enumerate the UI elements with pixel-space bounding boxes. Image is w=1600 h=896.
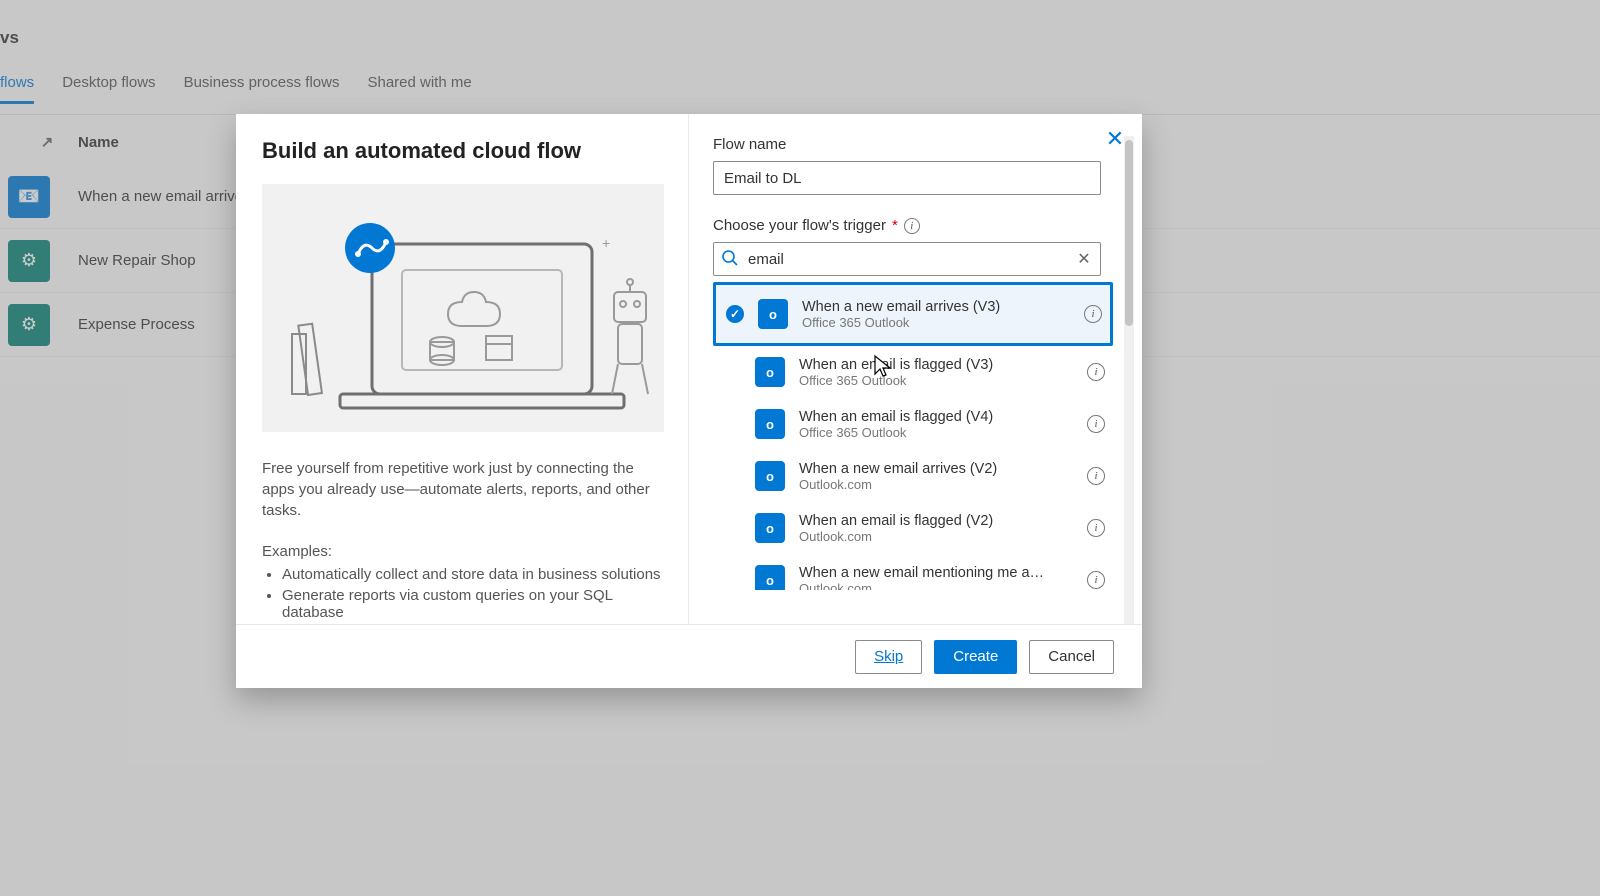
svg-text:+: + — [602, 235, 610, 251]
examples-list: Automatically collect and store data in … — [262, 566, 664, 621]
dialog-description: Free yourself from repetitive work just … — [262, 458, 664, 521]
illustration: + — [262, 184, 664, 432]
create-button[interactable]: Create — [934, 640, 1017, 674]
info-icon[interactable]: i — [1087, 571, 1105, 589]
trigger-source: Office 365 Outlook — [799, 373, 1079, 388]
dialog-title: Build an automated cloud flow — [262, 138, 664, 164]
trigger-item[interactable]: o When a new email arrives (V3)Office 365… — [713, 282, 1113, 346]
build-flow-dialog: Build an automated cloud flow — [236, 114, 1142, 688]
example-bullet: Automatically collect and store data in … — [282, 566, 664, 583]
trigger-source: Office 365 Outlook — [799, 425, 1079, 440]
trigger-item[interactable]: o When a new email mentioning me a…Outloo… — [713, 554, 1113, 590]
info-icon[interactable]: i — [904, 218, 920, 234]
trigger-results-list[interactable]: oWhen a new email arrives (V3)Office 365… — [713, 282, 1113, 590]
flow-name-label: Flow name — [713, 136, 1120, 153]
flow-name-input[interactable] — [713, 161, 1101, 195]
trigger-item[interactable]: o When an email is flagged (V3)Office 365… — [713, 346, 1113, 398]
trigger-title: When a new email arrives (V2) — [799, 461, 1079, 477]
required-asterisk: * — [892, 217, 898, 234]
dialog-footer: Skip Create Cancel — [236, 624, 1142, 688]
example-bullet: Generate reports via custom queries on y… — [282, 587, 664, 621]
trigger-source: Outlook.com — [799, 581, 1079, 591]
clear-search-icon[interactable]: ✕ — [1075, 250, 1093, 268]
trigger-source: Outlook.com — [799, 477, 1079, 492]
outlook-icon: o — [758, 299, 788, 329]
outlook-icon: o — [755, 565, 785, 590]
skip-button[interactable]: Skip — [855, 640, 922, 674]
trigger-item[interactable]: o When a new email arrives (V2)Outlook.co… — [713, 450, 1113, 502]
search-icon — [721, 249, 739, 272]
trigger-title: When an email is flagged (V4) — [799, 409, 1079, 425]
trigger-source: Office 365 Outlook — [802, 315, 1076, 330]
dialog-right-panel: ✕ Flow name Choose your flow's trigger *… — [688, 114, 1142, 624]
trigger-title: When an email is flagged (V3) — [799, 357, 1079, 373]
trigger-label: Choose your flow's trigger * i — [713, 217, 1120, 234]
info-icon[interactable]: i — [1087, 415, 1105, 433]
trigger-title: When an email is flagged (V2) — [799, 513, 1079, 529]
trigger-source: Outlook.com — [799, 529, 1079, 544]
info-icon[interactable]: i — [1087, 467, 1105, 485]
trigger-radio[interactable] — [726, 305, 744, 323]
trigger-title: When a new email arrives (V3) — [802, 299, 1076, 315]
outlook-icon: o — [755, 357, 785, 387]
dialog-left-panel: Build an automated cloud flow — [236, 114, 688, 624]
info-icon[interactable]: i — [1084, 305, 1102, 323]
scrollbar-thumb[interactable] — [1125, 140, 1133, 326]
info-icon[interactable]: i — [1087, 519, 1105, 537]
outlook-icon: o — [755, 409, 785, 439]
scrollbar[interactable] — [1124, 136, 1134, 624]
examples-label: Examples: — [262, 543, 664, 560]
info-icon[interactable]: i — [1087, 363, 1105, 381]
trigger-item[interactable]: o When an email is flagged (V4)Office 365… — [713, 398, 1113, 450]
trigger-item[interactable]: o When an email is flagged (V2)Outlook.co… — [713, 502, 1113, 554]
outlook-icon: o — [755, 513, 785, 543]
outlook-icon: o — [755, 461, 785, 491]
cancel-button[interactable]: Cancel — [1029, 640, 1114, 674]
trigger-title: When a new email mentioning me a… — [799, 565, 1079, 581]
trigger-search-input[interactable] — [713, 242, 1101, 276]
